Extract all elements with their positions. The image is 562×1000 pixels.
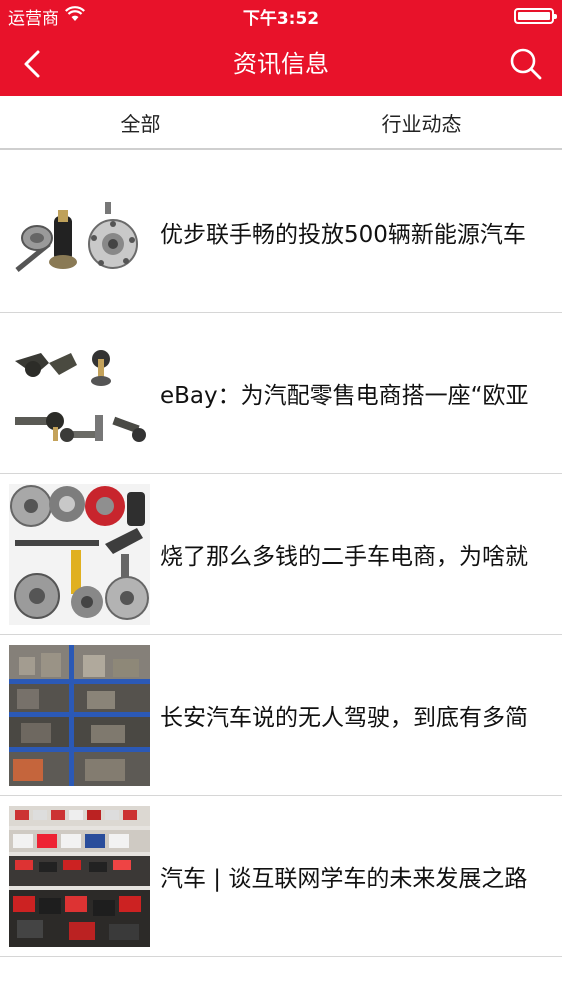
tab-industry-news[interactable]: 行业动态 <box>281 96 562 148</box>
news-list: 优步联手畅的投放500辆新能源汽车 eBay：为汽配零售电商搭一座“欧亚 烧了那… <box>0 152 562 957</box>
news-title: 烧了那么多钱的二手车电商，为啥就 <box>160 544 528 570</box>
news-title: 长安汽车说的无人驾驶，到底有多简 <box>160 705 528 731</box>
news-item[interactable]: 长安汽车说的无人驾驶，到底有多简 <box>0 635 562 796</box>
news-title: eBay：为汽配零售电商搭一座“欧亚 <box>160 383 529 409</box>
news-item[interactable]: 烧了那么多钱的二手车电商，为啥就 <box>0 474 562 635</box>
news-title: 优步联手畅的投放500辆新能源汽车 <box>160 222 526 248</box>
news-thumbnail <box>9 645 150 786</box>
page-title: 资讯信息 <box>233 50 329 78</box>
status-bar: 运营商 下午3:52 <box>0 0 562 32</box>
news-item[interactable]: eBay：为汽配零售电商搭一座“欧亚 <box>0 313 562 474</box>
battery-icon <box>514 8 557 24</box>
carrier-group: 运营商 <box>8 4 85 29</box>
news-title: 汽车 | 谈互联网学车的未来发展之路 <box>160 866 528 892</box>
back-button[interactable] <box>14 46 50 82</box>
news-thumbnail <box>9 484 150 625</box>
nav-bar: 资讯信息 <box>0 32 562 96</box>
search-icon <box>510 48 542 80</box>
wifi-icon <box>65 5 85 27</box>
category-tabs: 全部 行业动态 <box>0 96 562 150</box>
search-button[interactable] <box>506 44 546 84</box>
chevron-left-icon <box>24 50 40 78</box>
news-item[interactable]: 汽车 | 谈互联网学车的未来发展之路 <box>0 796 562 957</box>
battery-level-fill <box>518 12 550 20</box>
tab-all[interactable]: 全部 <box>0 96 281 148</box>
news-thumbnail <box>9 323 150 464</box>
carrier-label: 运营商 <box>8 8 59 29</box>
news-thumbnail <box>9 162 150 303</box>
news-item[interactable]: 优步联手畅的投放500辆新能源汽车 <box>0 152 562 313</box>
news-thumbnail <box>9 806 150 947</box>
